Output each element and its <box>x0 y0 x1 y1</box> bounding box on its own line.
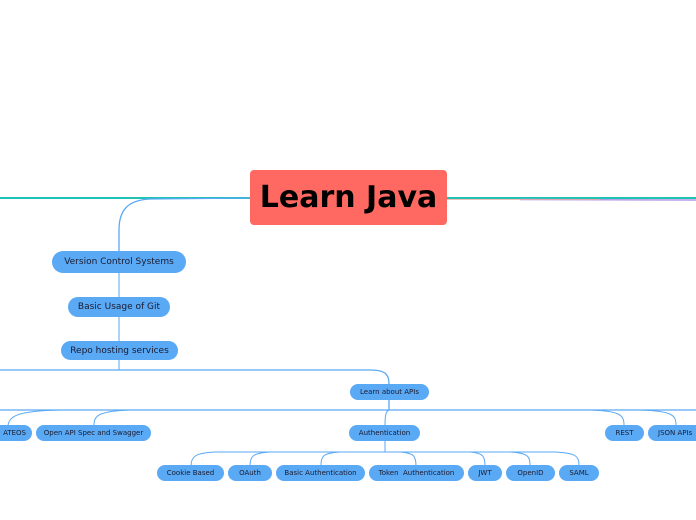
connector-oauth <box>249 451 385 467</box>
topic-openid[interactable]: OpenID <box>506 465 555 481</box>
topic-cookie-based[interactable]: Cookie Based <box>157 465 224 481</box>
connector-basic-auth <box>320 451 385 467</box>
topic-learn-about-apis[interactable]: Learn about APIs <box>350 384 429 400</box>
topic-token-authentication[interactable]: Token Authentication <box>369 465 464 481</box>
connector-root-version-control <box>118 197 251 252</box>
connector-jwt <box>385 451 486 467</box>
topic-version-control-systems[interactable]: Version Control Systems <box>52 251 186 273</box>
topic-authentication[interactable]: Authentication <box>349 425 420 441</box>
connector-json-apis <box>639 409 677 426</box>
connector-authentication <box>384 409 390 426</box>
connector-token-auth <box>385 451 417 467</box>
topic-repo-hosting-services[interactable]: Repo hosting services <box>61 341 178 360</box>
topic-open-api-spec-and-swagger[interactable]: Open API Spec and Swagger <box>36 425 151 441</box>
connector-saml <box>385 451 580 467</box>
connector-openid <box>385 451 531 467</box>
topic-jwt[interactable]: JWT <box>468 465 502 481</box>
topic-json-apis[interactable]: JSON APIs <box>648 425 696 441</box>
connector-apis-bar <box>0 369 390 385</box>
topic-basic-authentication[interactable]: Basic Authentication <box>276 465 365 481</box>
connector-rest <box>589 409 625 426</box>
topic-rest[interactable]: REST <box>605 425 644 441</box>
connector-hateoas <box>7 409 61 426</box>
connector-cookie <box>190 451 385 467</box>
mindmap-canvas: Learn Java Version Control Systems Basic… <box>0 0 696 520</box>
topic-basic-usage-of-git[interactable]: Basic Usage of Git <box>68 297 170 317</box>
root-topic-learn-java[interactable]: Learn Java <box>250 170 447 225</box>
connector-open-api <box>93 409 131 426</box>
topic-saml[interactable]: SAML <box>559 465 599 481</box>
topic-oauth[interactable]: OAuth <box>228 465 272 481</box>
topic-hateoas[interactable]: ATEOS <box>0 425 32 441</box>
